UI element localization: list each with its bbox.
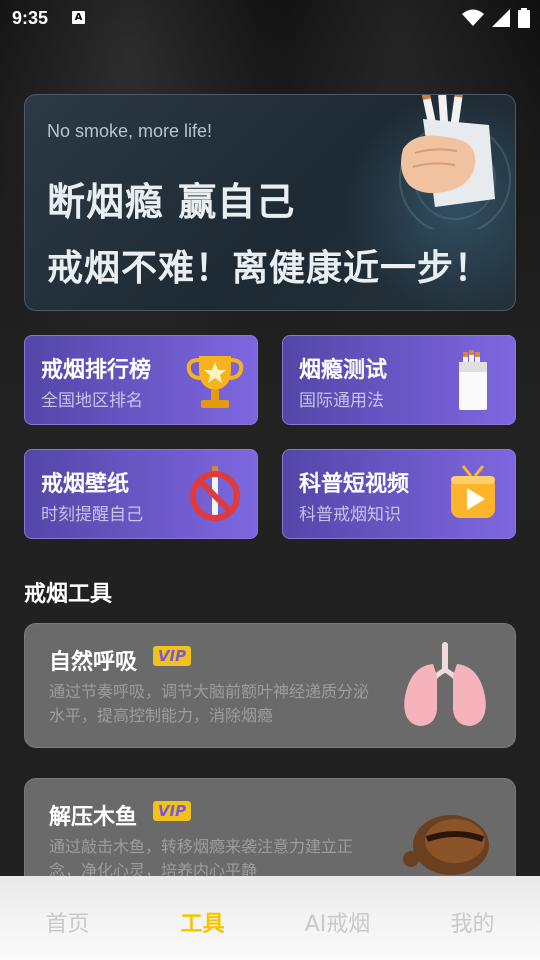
hand-crushing-cigarettes-illustration [399,95,511,229]
no-smoking-icon [190,466,240,521]
nav-label: 工具 [180,912,225,937]
nav-label: AI戒烟 [304,912,371,937]
signal-icon [492,9,510,27]
nav-tools[interactable]: 工具 [135,906,270,938]
card-title: 烟瘾测试 [299,358,388,383]
status-bar: 9:35 A [0,0,540,38]
nav-ai-quit[interactable]: AI戒烟 [270,906,405,938]
wifi-icon [462,9,484,26]
card-title: 科普短视频 [299,472,410,497]
status-icons [462,8,530,28]
video-play-icon [451,465,495,518]
card-subtitle: 国际通用法 [299,391,384,411]
leaderboard-card[interactable]: 戒烟排行榜 全国地区排名 [24,335,258,425]
nav-label: 我的 [450,912,495,937]
wooden-fish-icon [403,815,489,875]
hero-banner[interactable]: No smoke, more life! 断烟瘾 赢自己 戒烟不难！离健康近一步… [24,94,516,311]
banner-slogan: 戒烟不难！离健康近一步！ [47,248,492,289]
wallpaper-card[interactable]: 戒烟壁纸 时刻提醒自己 [24,449,258,539]
section-title: 戒烟工具 [24,582,113,607]
cigarette-pack-icon [459,350,487,410]
vip-badge: VIP [153,646,191,666]
card-subtitle: 科普戒烟知识 [299,505,401,525]
natural-breathing-tool[interactable]: 自然呼吸 VIP 通过节奏呼吸，调节大脑前额叶神经递质分泌水平，提高控制能力，消… [24,623,516,748]
notification-a-icon: A [72,11,85,24]
vip-badge: VIP [153,801,191,821]
card-title: 戒烟排行榜 [41,358,152,383]
nav-label: 首页 [45,912,90,937]
trophy-icon [186,356,244,408]
addiction-test-card[interactable]: 烟瘾测试 国际通用法 [282,335,516,425]
nav-profile[interactable]: 我的 [405,906,540,938]
banner-subtitle: No smoke, more life! [47,121,213,141]
card-subtitle: 全国地区排名 [41,391,143,411]
battery-icon [518,8,530,28]
banner-headline: 断烟瘾 赢自己 [47,180,296,224]
science-video-card[interactable]: 科普短视频 科普戒烟知识 [282,449,516,539]
tool-title: 解压木鱼 [49,805,138,830]
nav-home[interactable]: 首页 [0,906,135,938]
lungs-icon [404,642,486,726]
status-time: 9:35 [12,8,49,28]
card-title: 戒烟壁纸 [41,472,130,497]
tool-description: 通过节奏呼吸，调节大脑前额叶神经递质分泌水平，提高控制能力，消除烟瘾 [49,682,370,725]
tool-title: 自然呼吸 [49,650,138,675]
card-subtitle: 时刻提醒自己 [41,505,143,525]
bottom-nav: 首页 工具 AI戒烟 我的 [0,876,540,960]
